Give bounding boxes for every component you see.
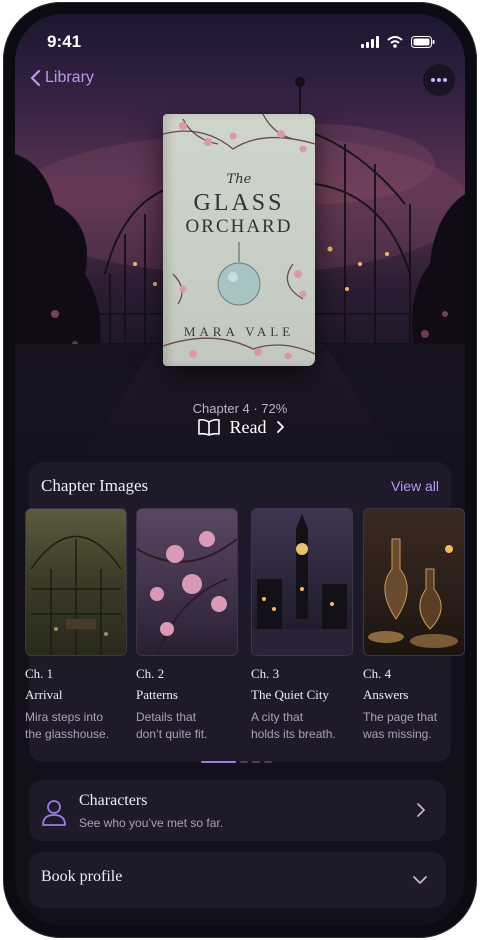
signal-icon (361, 36, 379, 48)
chevron-down-icon (413, 876, 427, 884)
chapter-description: Mira steps into the glasshouse. (25, 709, 127, 743)
description-line: the glasshouse. (25, 727, 110, 741)
phone-frame: 9:41 Library The GLASS ORCHARD MARA VALE… (3, 2, 477, 938)
chapter-title: The Quiet City (251, 687, 329, 702)
characters-subtitle: See who you’ve met so far. (79, 816, 224, 830)
chapter-title: Patterns (136, 687, 178, 702)
back-button[interactable]: Library (29, 69, 94, 87)
page-dot (240, 761, 248, 763)
chapter-card[interactable]: Ch. 1 Arrival Mira steps into the glassh… (25, 508, 127, 743)
screen: 9:41 Library The GLASS ORCHARD MARA VALE… (15, 14, 465, 926)
chapter-number: Ch. 4 (363, 666, 392, 681)
chevron-right-icon (417, 803, 425, 817)
chapter-thumbnail (251, 508, 353, 656)
description-line: A city that (251, 710, 304, 724)
section-title: Chapter Images (41, 476, 149, 495)
description-line: holds its breath. (251, 727, 336, 741)
chevron-right-icon (277, 421, 285, 433)
glasshouse-image (30, 535, 122, 655)
chapter-title: Arrival (25, 687, 63, 702)
cover-the: The (226, 172, 252, 187)
status-time: 9:41 (47, 32, 82, 51)
cover-title-line2: ORCHARD (185, 216, 293, 237)
chapter-card[interactable]: Ch. 4 Answers The page that was missing. (363, 508, 465, 743)
chapter-thumbnail (136, 508, 238, 656)
description-line: don’t quite fit. (136, 727, 208, 741)
person-icon (42, 800, 66, 826)
battery-icon (411, 36, 435, 48)
chapter-card[interactable]: Ch. 3 The Quiet City A city that holds i… (251, 508, 353, 743)
read-label: Read (229, 416, 267, 437)
blossom-image (137, 531, 237, 655)
page-dot-active (201, 761, 236, 763)
page-dot (264, 761, 272, 763)
chapter-description: Details that don’t quite fit. (136, 709, 238, 743)
view-all-link[interactable]: View all (391, 478, 439, 494)
clocktower-image (252, 514, 352, 655)
characters-title: Characters (79, 792, 148, 809)
chapter-card[interactable]: Ch. 2 Patterns Details that don’t quite … (136, 508, 238, 743)
chapter-title: Answers (363, 687, 409, 702)
chapter-carousel[interactable]: Ch. 1 Arrival Mira steps into the glassh… (25, 508, 465, 748)
chapter-number: Ch. 3 (251, 666, 280, 681)
characters-row[interactable]: Characters See who you’ve met so far. (29, 780, 446, 841)
book-open-icon (197, 418, 220, 436)
book-profile-row[interactable]: Book profile (29, 852, 446, 908)
description-line: was missing. (363, 727, 432, 741)
chapter-thumbnail (25, 508, 127, 656)
book-cover[interactable]: The GLASS ORCHARD MARA VALE (163, 114, 315, 366)
chapter-thumbnail (363, 508, 465, 656)
description-line: Details that (136, 710, 197, 724)
description-line: Mira steps into (25, 710, 104, 724)
description-line: The page that (363, 710, 438, 724)
more-icon (431, 78, 447, 82)
book-profile-title: Book profile (41, 868, 123, 885)
cover-author: MARA VALE (183, 324, 295, 339)
chevron-left-icon (30, 69, 41, 87)
status-icons (361, 36, 435, 48)
apothecary-image (368, 538, 458, 648)
back-label: Library (45, 69, 94, 86)
chapter-description: A city that holds its breath. (251, 709, 353, 743)
chapter-number: Ch. 2 (136, 666, 165, 681)
wifi-icon (387, 36, 403, 48)
status-bar: 9:41 (15, 32, 465, 56)
chapter-number: Ch. 1 (25, 666, 54, 681)
chapter-description: The page that was missing. (363, 709, 465, 743)
read-button[interactable]: Read (187, 412, 297, 442)
cover-title-line1: GLASS (193, 190, 285, 216)
page-indicator (201, 761, 272, 763)
more-button[interactable] (423, 64, 455, 96)
page-dot (252, 761, 260, 763)
